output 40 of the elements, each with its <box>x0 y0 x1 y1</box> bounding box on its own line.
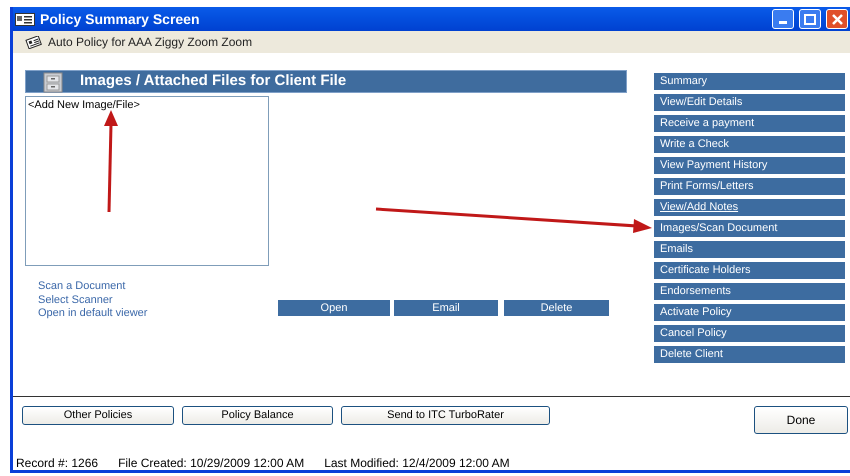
window-title: Policy Summary Screen <box>40 10 201 29</box>
file-list[interactable]: <Add New Image/File> <box>25 96 269 266</box>
menu-item[interactable]: Receive a payment <box>654 115 845 132</box>
menu-item[interactable]: Print Forms/Letters <box>654 178 845 195</box>
action-button[interactable]: Open <box>278 300 390 316</box>
link[interactable]: Scan a Document <box>38 280 126 294</box>
bottom-button[interactable]: Other Policies <box>22 406 174 425</box>
menu-item[interactable]: View/Edit Details <box>654 94 845 111</box>
card-icon <box>25 36 42 48</box>
menu-item[interactable]: View Payment History <box>654 157 845 174</box>
maximize-button[interactable] <box>799 9 821 29</box>
close-button[interactable] <box>826 9 848 29</box>
link[interactable]: Open in default viewer <box>38 307 148 320</box>
menu-item[interactable]: Cancel Policy <box>654 325 845 342</box>
maximize-icon <box>804 14 816 24</box>
menu-item[interactable]: Write a Check <box>654 136 845 153</box>
menu-item[interactable]: Delete Client <box>654 346 845 363</box>
menu-item[interactable]: Images/Scan Document <box>654 220 845 237</box>
close-icon <box>832 14 842 24</box>
policy-title: Auto Policy for AAA Ziggy Zoom Zoom <box>48 34 252 51</box>
menu-item[interactable]: Certificate Holders <box>654 262 845 279</box>
file-list-item[interactable]: <Add New Image/File> <box>28 99 266 112</box>
status-text: File Created: 10/29/2009 12:00 AM <box>118 456 304 470</box>
menu-item[interactable]: View/Add Notes <box>654 199 845 216</box>
done-button[interactable]: Done <box>754 406 848 434</box>
menu-item[interactable]: Summary <box>654 73 845 90</box>
action-button[interactable]: Email <box>394 300 498 316</box>
minimize-icon <box>779 21 787 24</box>
bottom-button[interactable]: Send to ITC TurboRater <box>341 406 550 425</box>
menu-item[interactable]: Endorsements <box>654 283 845 300</box>
status-text: Record #: 1266 <box>16 456 98 470</box>
menu-item[interactable]: Activate Policy <box>654 304 845 321</box>
bottom-button[interactable]: Policy Balance <box>182 406 333 425</box>
minimize-button[interactable] <box>772 9 794 29</box>
action-button[interactable]: Delete <box>504 300 609 316</box>
panel-title: Images / Attached Files for Client File <box>80 71 346 92</box>
link[interactable]: Select Scanner <box>38 294 113 307</box>
status-text: Last Modified: 12/4/2009 12:00 AM <box>324 456 510 470</box>
menu-item[interactable]: Emails <box>654 241 845 258</box>
window-icon <box>15 12 35 26</box>
